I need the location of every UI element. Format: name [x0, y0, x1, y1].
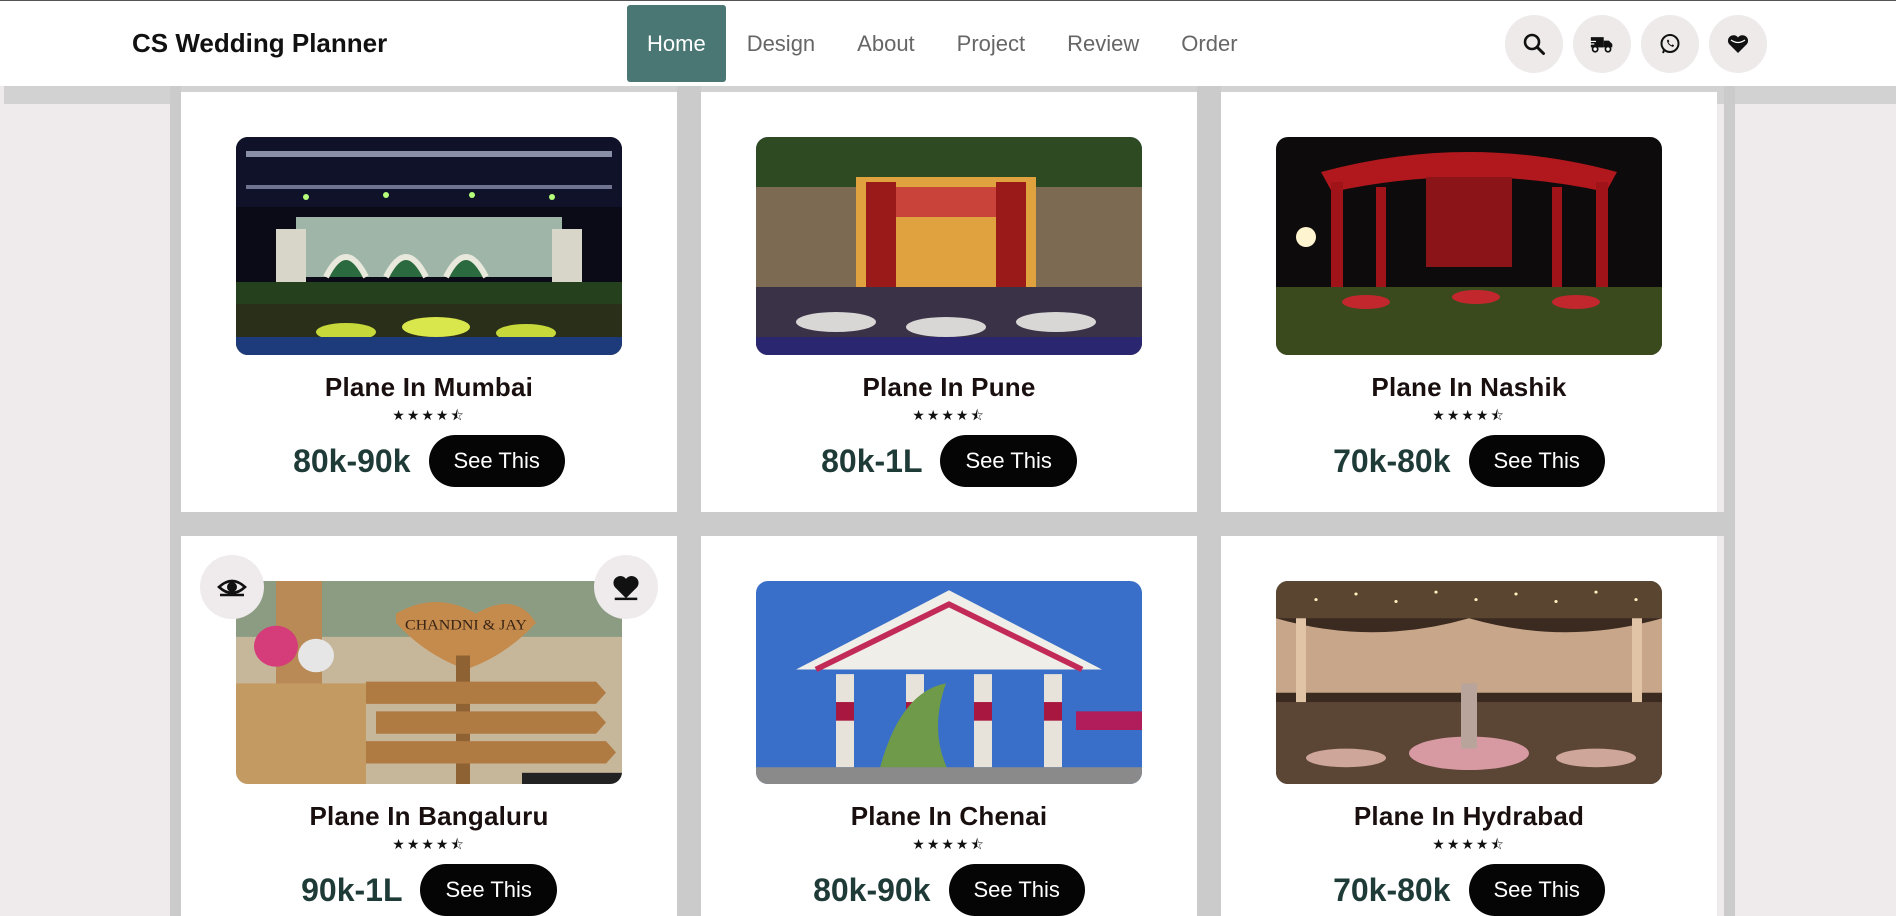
navbar: CS Wedding Planner Home Design About Pro…	[0, 0, 1896, 86]
card-image[interactable]	[756, 581, 1142, 784]
quick-view-button[interactable]	[200, 555, 264, 619]
product-card: Plane In Mumbai ★★★★⯪ 80k-90k See This	[181, 92, 677, 512]
star-rating: ★★★★⯪	[1432, 407, 1506, 423]
see-this-button[interactable]: See This	[940, 435, 1077, 487]
nav-review[interactable]: Review	[1046, 5, 1160, 82]
fairy-light-hall-image	[1276, 581, 1662, 784]
delivery-truck-icon	[1590, 37, 1613, 53]
red-canopy-lawn-image	[1276, 137, 1662, 355]
star-rating: ★★★★⯪	[1432, 836, 1506, 852]
card-title: Plane In Chenai	[850, 801, 1048, 831]
card-image[interactable]	[236, 137, 622, 355]
price-label: 80k-90k	[293, 442, 411, 479]
card-title: Plane In Mumbai	[324, 372, 534, 402]
star-rating: ★★★★⯪	[392, 407, 466, 423]
nav-order[interactable]: Order	[1160, 5, 1258, 82]
product-card: Plane In Nashik ★★★★⯪ 70k-80k See This	[1221, 92, 1717, 512]
see-this-button[interactable]: See This	[1468, 435, 1605, 487]
stage-lights-venue-image	[236, 137, 622, 355]
whatsapp-button[interactable]	[1641, 15, 1699, 73]
wooden-welcome-sign-image: CHANDNI & JAY	[236, 581, 622, 784]
card-title: Plane In Pune	[862, 372, 1036, 402]
price-label: 80k-1L	[821, 442, 923, 479]
price-row: 80k-1L See This	[821, 435, 1077, 487]
product-card: CHANDNI & JAY Plane In Bangaluru ★★★★⯪ 9…	[181, 536, 677, 916]
grid-gap-col-2	[1197, 86, 1221, 916]
card-title: Plane In Nashik	[1371, 372, 1567, 402]
heart-icon	[613, 576, 639, 601]
floral-mandap-image	[756, 581, 1142, 784]
see-this-button[interactable]: See This	[420, 864, 557, 916]
card-title: Plane In Bangaluru	[309, 801, 549, 831]
price-label: 70k-80k	[1333, 871, 1451, 908]
brand-logo[interactable]: CS Wedding Planner	[132, 28, 387, 59]
card-image[interactable]	[756, 137, 1142, 355]
star-rating: ★★★★⯪	[912, 836, 986, 852]
price-row: 70k-80k See This	[1333, 864, 1605, 916]
price-row: 70k-80k See This	[1333, 435, 1605, 487]
nav-project[interactable]: Project	[936, 5, 1046, 82]
see-this-button[interactable]: See This	[948, 864, 1085, 916]
see-this-button[interactable]: See This	[428, 435, 565, 487]
nav-design[interactable]: Design	[726, 5, 836, 82]
product-card: Plane In Hydrabad ★★★★⯪ 70k-80k See This	[1221, 536, 1717, 916]
grid-frame-left	[170, 86, 181, 916]
card-image[interactable]	[1276, 137, 1662, 355]
grid-gap-col-1	[677, 86, 701, 916]
price-row: 90k-1L See This	[301, 864, 557, 916]
star-rating: ★★★★⯪	[912, 407, 986, 423]
heart-icon	[1727, 35, 1749, 53]
nav-about[interactable]: About	[836, 5, 936, 82]
search-icon	[1523, 33, 1545, 55]
product-card: Plane In Chenai ★★★★⯪ 80k-90k See This	[701, 536, 1197, 916]
grid-gap-row	[170, 512, 1735, 536]
grid-frame-right	[1724, 86, 1735, 916]
fort-mandap-dinner-image	[756, 137, 1142, 355]
svg-text:CHANDNI & JAY: CHANDNI & JAY	[405, 617, 527, 633]
nav-links: Home Design About Project Review Order	[627, 5, 1259, 82]
price-label: 90k-1L	[301, 871, 403, 908]
product-card: Plane In Pune ★★★★⯪ 80k-1L See This	[701, 92, 1197, 512]
price-label: 80k-90k	[813, 871, 931, 908]
card-image[interactable]: CHANDNI & JAY	[236, 581, 622, 784]
delivery-button[interactable]	[1573, 15, 1631, 73]
card-image[interactable]	[1276, 581, 1662, 784]
search-button[interactable]	[1505, 15, 1563, 73]
card-title: Plane In Hydrabad	[1353, 801, 1585, 831]
star-rating: ★★★★⯪	[392, 836, 466, 852]
wishlist-button[interactable]	[1709, 15, 1767, 73]
price-label: 70k-80k	[1333, 442, 1451, 479]
add-to-wishlist-button[interactable]	[594, 555, 658, 619]
price-row: 80k-90k See This	[813, 864, 1085, 916]
eye-icon	[217, 579, 247, 597]
whatsapp-icon	[1660, 34, 1680, 54]
price-row: 80k-90k See This	[293, 435, 565, 487]
nav-home[interactable]: Home	[627, 5, 726, 82]
see-this-button[interactable]: See This	[1468, 864, 1605, 916]
nav-icons	[1505, 15, 1777, 73]
